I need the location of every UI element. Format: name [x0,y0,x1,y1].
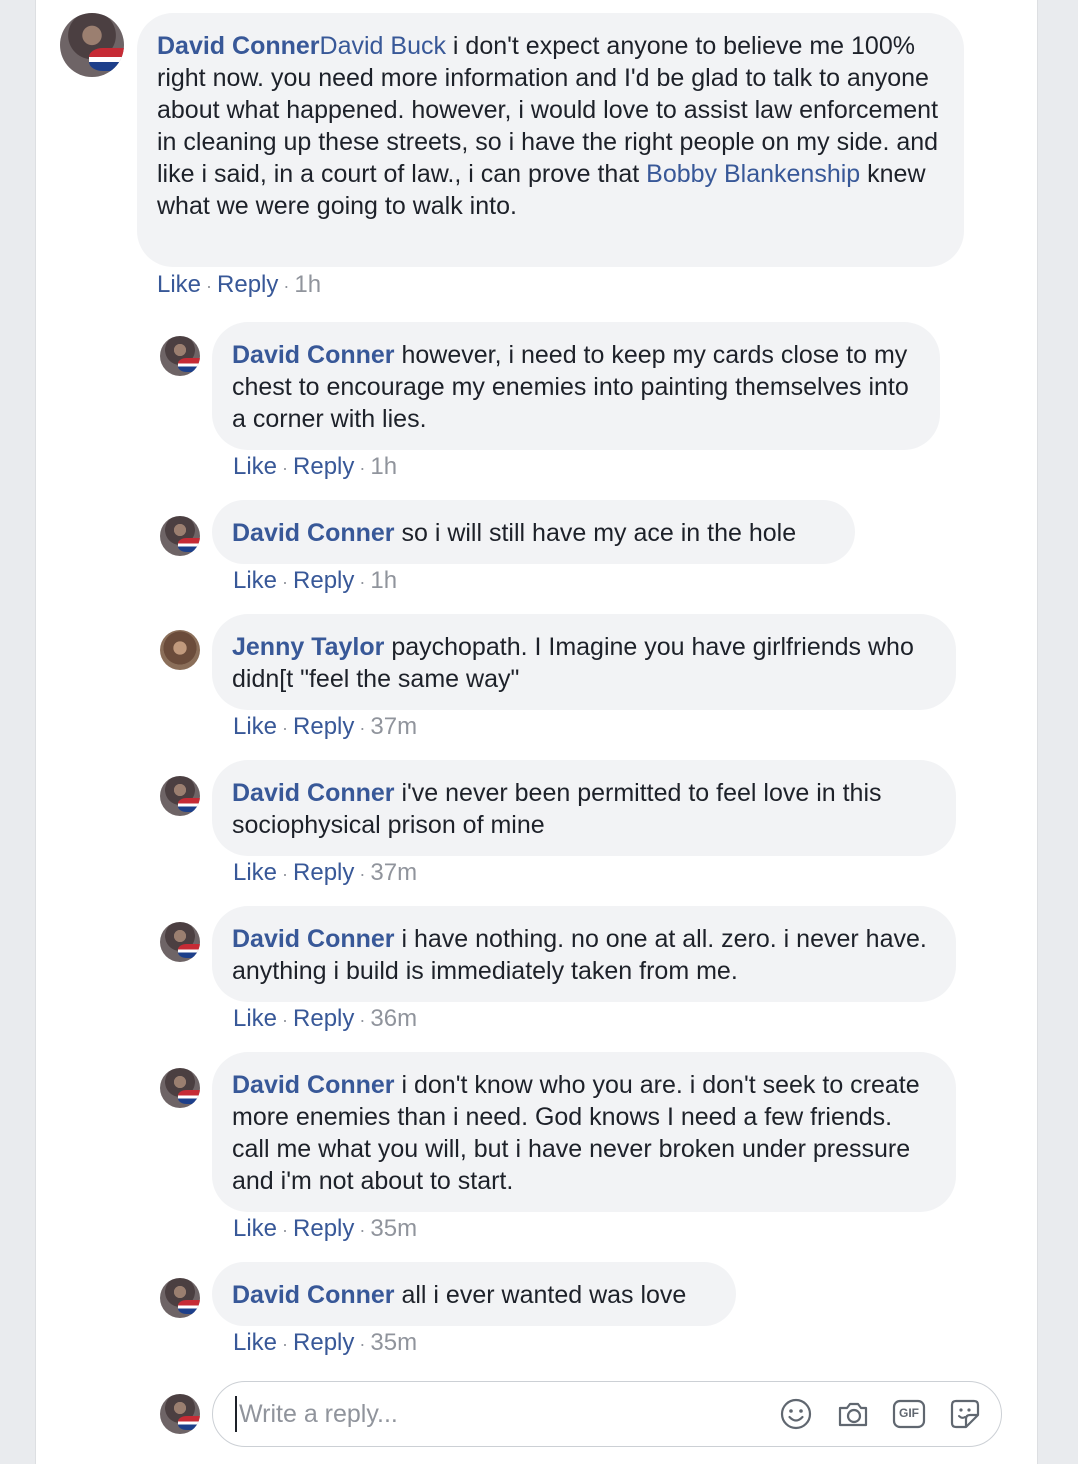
avatar[interactable] [160,516,200,556]
mention-link[interactable]: David Buck [320,32,446,60]
reply-link[interactable]: Reply [293,1215,354,1242]
reply-author[interactable]: David Conner [232,1071,395,1099]
sticker-icon[interactable] [948,1397,982,1431]
like-link[interactable]: Like [233,567,277,594]
avatar[interactable] [160,336,200,376]
avatar[interactable] [60,13,124,77]
like-link[interactable]: Like [233,1329,277,1356]
camera-icon[interactable] [836,1397,870,1431]
reply-link[interactable]: Reply [293,567,354,594]
reply-actions: Like · Reply · 37m [233,859,418,886]
mention-link[interactable]: Bobby Blankenship [646,160,860,188]
reply-bubble: David Conner i don't know who you are. i… [212,1052,956,1212]
avatar[interactable] [160,630,200,670]
like-link[interactable]: Like [233,713,277,740]
reply-actions: Like · Reply · 37m [233,713,418,740]
reply-link[interactable]: Reply [293,713,354,740]
timestamp[interactable]: 1h [370,453,397,480]
reply-actions: Like · Reply · 1h [233,567,398,594]
reply-actions: Like · Reply · 35m [233,1215,418,1242]
like-link[interactable]: Like [233,1005,277,1032]
timestamp[interactable]: 1h [370,567,397,594]
reply-author[interactable]: Jenny Taylor [232,633,384,661]
reply-author[interactable]: David Conner [232,519,395,547]
reply-text: all i ever wanted was love [394,1281,687,1309]
avatar[interactable] [160,1278,200,1318]
reply-link[interactable]: Reply [293,1005,354,1032]
reply-author[interactable]: David Conner [232,779,395,807]
reply-input[interactable] [235,1396,759,1432]
avatar [160,1394,200,1434]
reply-author[interactable]: David Conner [232,925,395,953]
reply-text: so i will still have my ace in the hole [394,519,797,547]
reply-bubble: David Conner all i ever wanted was love [212,1262,736,1326]
reply-bubble: David Conner so i will still have my ace… [212,500,855,564]
avatar[interactable] [160,776,200,816]
reply-actions: Like · Reply · 35m [233,1329,418,1356]
reply-author[interactable]: David Conner [232,341,395,369]
avatar[interactable] [160,922,200,962]
reply-bubble: Jenny Taylor paychopath. I Imagine you h… [212,614,956,710]
reply-author[interactable]: David Conner [232,1281,395,1309]
gif-icon[interactable]: GIF [892,1397,926,1431]
reply-link[interactable]: Reply [217,271,278,298]
timestamp[interactable]: 36m [370,1005,417,1032]
like-link[interactable]: Like [233,859,277,886]
reply-actions: Like · Reply · 36m [233,1005,418,1032]
comment-bubble: David ConnerDavid Buck i don't expect an… [137,13,964,267]
reply-actions: Like · Reply · 1h [233,453,398,480]
emoji-icon[interactable] [779,1397,813,1431]
comment-author[interactable]: David Conner [157,32,320,60]
timestamp[interactable]: 1h [294,271,321,298]
like-link[interactable]: Like [233,453,277,480]
gif-label: GIF [899,1406,919,1420]
timestamp[interactable]: 37m [370,859,417,886]
reply-link[interactable]: Reply [293,859,354,886]
like-link[interactable]: Like [157,271,201,298]
timestamp[interactable]: 37m [370,713,417,740]
timestamp[interactable]: 35m [370,1329,417,1356]
avatar[interactable] [160,1068,200,1108]
reply-bubble: David Conner however, i need to keep my … [212,322,940,450]
reply-composer: GIF [212,1381,1002,1447]
reply-bubble: David Conner i have nothing. no one at a… [212,906,956,1002]
reply-link[interactable]: Reply [293,1329,354,1356]
reply-link[interactable]: Reply [293,453,354,480]
like-link[interactable]: Like [233,1215,277,1242]
reply-bubble: David Conner i've never been permitted t… [212,760,956,856]
comment-actions: Like · Reply · 1h [157,271,322,298]
timestamp[interactable]: 35m [370,1215,417,1242]
